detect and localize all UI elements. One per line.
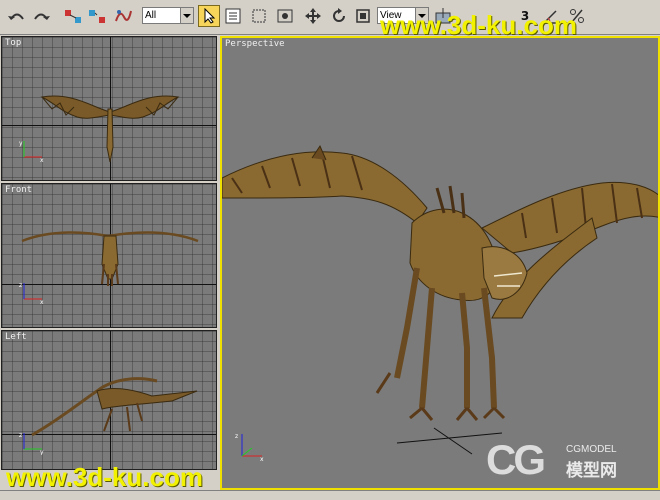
main-toolbar: All View 3 www.3d-ku.com	[0, 0, 660, 40]
svg-text:z: z	[235, 433, 238, 440]
unlink-icon[interactable]	[86, 5, 108, 27]
selection-filter-value: All	[145, 10, 157, 21]
dragon-model-perspective	[222, 144, 658, 455]
svg-text:z: z	[19, 432, 22, 439]
svg-text:x: x	[260, 456, 264, 462]
redo-icon[interactable]	[30, 5, 52, 27]
link-icon[interactable]	[62, 5, 84, 27]
svg-text:y: y	[19, 140, 23, 147]
undo-icon[interactable]	[6, 5, 28, 27]
window-crossing-icon[interactable]	[274, 5, 296, 27]
axis-tripod-icon: zy	[19, 432, 44, 455]
svg-text:y: y	[40, 449, 44, 455]
viewport-left[interactable]: Left zy	[1, 330, 217, 470]
chevron-down-icon[interactable]	[180, 8, 193, 23]
logo-sub-bottom: 模型网	[566, 461, 617, 481]
watermark-bottom: www.3d-ku.com	[6, 462, 203, 492]
logo-main: CG	[486, 436, 546, 483]
rotate-icon[interactable]	[328, 5, 350, 27]
selection-filter-dropdown[interactable]: All	[142, 7, 194, 24]
svg-text:x: x	[40, 157, 44, 163]
viewport-perspective[interactable]: Perspective zx CG CGMODEL 模型网	[220, 36, 660, 490]
svg-text:z: z	[19, 282, 22, 289]
svg-text:x: x	[40, 299, 44, 305]
axis-tripod-icon: yx	[19, 140, 44, 163]
viewport-top[interactable]: Top yx	[1, 36, 217, 181]
select-cursor-icon[interactable]	[198, 5, 220, 27]
rectangular-selection-icon[interactable]	[248, 5, 270, 27]
logo-sub-top: CGMODEL	[566, 444, 617, 455]
select-by-name-icon[interactable]	[222, 5, 244, 27]
bind-space-warp-icon[interactable]	[112, 5, 134, 27]
viewport-front[interactable]: Front zx	[1, 183, 217, 328]
dragon-model-front	[21, 231, 199, 286]
move-icon[interactable]	[302, 5, 324, 27]
cgmodel-logo: CG CGMODEL 模型网	[486, 436, 658, 488]
scale-icon[interactable]	[352, 5, 374, 27]
axis-tripod-icon: zx	[235, 433, 264, 462]
axis-tripod-icon: zx	[19, 282, 44, 305]
